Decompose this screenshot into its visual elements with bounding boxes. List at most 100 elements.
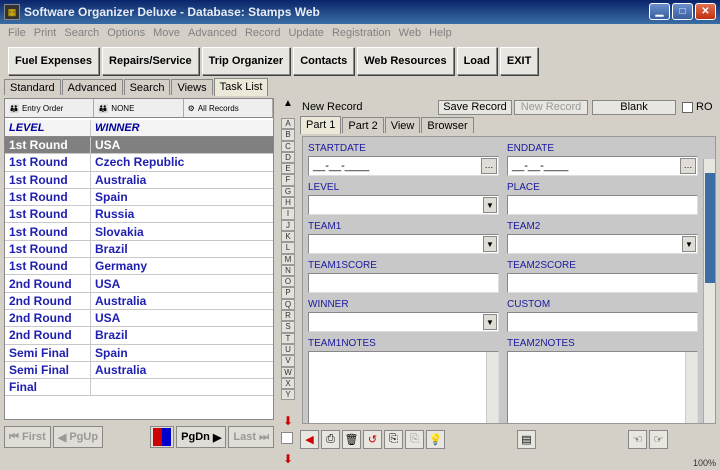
level-select[interactable]: ▼ bbox=[308, 195, 499, 215]
chevron-down-icon[interactable]: ▼ bbox=[483, 197, 497, 213]
scroll-up-arrow-icon[interactable]: ▲ bbox=[281, 98, 295, 112]
startdate-field[interactable]: __-__-____… bbox=[308, 156, 499, 176]
maximize-button[interactable]: □ bbox=[672, 3, 693, 20]
tab-views[interactable]: Views bbox=[171, 79, 213, 95]
alpha-index-c[interactable]: C bbox=[281, 140, 295, 152]
alpha-index-i[interactable]: I bbox=[281, 208, 295, 220]
alpha-index-e[interactable]: E bbox=[281, 163, 295, 175]
copy-icon[interactable]: ⎘ bbox=[384, 429, 403, 449]
table-row[interactable]: Semi Final Spain bbox=[5, 344, 273, 362]
table-row[interactable]: 1st Round Czech Republic bbox=[5, 154, 273, 172]
tab-standard[interactable]: Standard bbox=[4, 79, 61, 95]
tab-search[interactable]: Search bbox=[123, 79, 171, 95]
tab-view[interactable]: View bbox=[384, 117, 421, 133]
alpha-index-g[interactable]: G bbox=[281, 185, 295, 198]
menu-registration[interactable]: Registration bbox=[328, 27, 395, 39]
table-row[interactable]: Semi Final Australia bbox=[5, 361, 273, 380]
notes-scrollbar[interactable] bbox=[486, 352, 498, 423]
ro-checkbox[interactable] bbox=[682, 101, 693, 113]
chevron-down-icon[interactable]: ▼ bbox=[483, 236, 497, 252]
pgup-button[interactable]: ◀ PgUp bbox=[52, 426, 104, 448]
menu-advanced[interactable]: Advanced bbox=[184, 27, 241, 39]
table-row[interactable]: Final bbox=[5, 379, 273, 397]
prev-hand-icon[interactable]: ☜ bbox=[628, 429, 647, 449]
menu-print[interactable]: Print bbox=[30, 27, 61, 39]
team1notes-field[interactable] bbox=[308, 351, 499, 423]
minimize-button[interactable]: ▁ bbox=[649, 3, 670, 20]
alpha-index-u[interactable]: U bbox=[281, 343, 295, 356]
alpha-index-q[interactable]: Q bbox=[281, 298, 295, 311]
table-row[interactable]: 2nd Round USA bbox=[5, 309, 273, 328]
tab-part1[interactable]: Part 1 bbox=[300, 116, 342, 134]
scroll-down-arrow-icon[interactable]: ⬇ bbox=[281, 414, 295, 428]
table-row[interactable]: 2nd Round Australia bbox=[5, 292, 273, 310]
chevron-down-icon[interactable]: ▼ bbox=[682, 236, 696, 252]
tab-task-list[interactable]: Task List bbox=[213, 78, 269, 96]
alpha-index-f[interactable]: F bbox=[281, 174, 295, 186]
pgdn-button[interactable]: PgDn ▶ bbox=[176, 426, 227, 448]
table-row[interactable]: 2nd Round USA bbox=[5, 275, 273, 293]
new-record-button[interactable]: New Record bbox=[514, 99, 588, 115]
alpha-index-x[interactable]: X bbox=[281, 377, 295, 390]
alpha-index-r[interactable]: R bbox=[281, 310, 295, 322]
table-row[interactable]: 1st Round Slovakia bbox=[5, 223, 273, 241]
scrollbar-thumb[interactable] bbox=[705, 173, 715, 283]
menu-search[interactable]: Search bbox=[60, 27, 103, 39]
blank-button[interactable]: Blank bbox=[592, 99, 676, 115]
notes-scrollbar[interactable] bbox=[685, 352, 697, 423]
print-icon[interactable]: ⎙ bbox=[321, 429, 340, 449]
trash-icon[interactable]: 🗑 bbox=[342, 429, 361, 449]
alpha-index-k[interactable]: K bbox=[281, 230, 295, 243]
menu-move[interactable]: Move bbox=[149, 27, 184, 39]
alpha-index-h[interactable]: H bbox=[281, 197, 295, 209]
team1-select[interactable]: ▼ bbox=[308, 234, 499, 254]
column-winner[interactable]: WINNER bbox=[91, 120, 273, 136]
tab-browser[interactable]: Browser bbox=[421, 117, 474, 133]
alpha-index-d[interactable]: D bbox=[281, 151, 295, 164]
form-scrollbar[interactable] bbox=[703, 159, 715, 423]
load-button[interactable]: Load bbox=[456, 47, 497, 75]
menu-web[interactable]: Web bbox=[395, 27, 425, 39]
date-picker-icon[interactable]: … bbox=[680, 158, 696, 174]
save-record-button[interactable]: Save Record bbox=[438, 99, 512, 115]
alpha-index-w[interactable]: W bbox=[281, 366, 295, 378]
alpha-index-p[interactable]: P bbox=[281, 287, 295, 299]
team2-select[interactable]: ▼ bbox=[507, 234, 698, 254]
filter-all-records[interactable]: ⚙ All Records bbox=[183, 99, 273, 117]
chevron-down-icon[interactable]: ▼ bbox=[483, 314, 497, 330]
alpha-index-a[interactable]: A bbox=[281, 118, 295, 130]
enddate-field[interactable]: __-__-____… bbox=[507, 156, 698, 176]
alpha-index-y[interactable]: Y bbox=[281, 389, 295, 401]
custom-field[interactable] bbox=[507, 312, 698, 332]
team2score-field[interactable] bbox=[507, 273, 698, 293]
contacts-button[interactable]: Contacts bbox=[293, 47, 355, 75]
table-row[interactable]: 1st Round Brazil bbox=[5, 240, 273, 259]
table-row[interactable]: 1st Round Spain bbox=[5, 188, 273, 207]
menu-record[interactable]: Record bbox=[241, 27, 284, 39]
alpha-index-n[interactable]: N bbox=[281, 264, 295, 277]
next-hand-icon[interactable]: ☞ bbox=[649, 429, 668, 449]
trip-organizer-button[interactable]: Trip Organizer bbox=[201, 47, 291, 75]
fuel-expenses-button[interactable]: Fuel Expenses bbox=[8, 47, 100, 75]
column-level[interactable]: LEVEL bbox=[5, 120, 91, 136]
down-arrow-icon[interactable]: ⬇ bbox=[281, 452, 295, 466]
table-row[interactable]: 1st Round Russia bbox=[5, 206, 273, 224]
sort-entry-order[interactable]: 👪 Entry Order bbox=[5, 99, 95, 117]
alpha-index-m[interactable]: M bbox=[281, 253, 295, 265]
undo-icon[interactable]: ↺ bbox=[363, 429, 382, 449]
lightbulb-icon[interactable]: 💡 bbox=[426, 429, 445, 449]
checkbox[interactable] bbox=[281, 432, 293, 444]
first-button[interactable]: ⏮ First bbox=[4, 426, 51, 448]
place-field[interactable] bbox=[507, 195, 698, 215]
exit-button[interactable]: EXIT bbox=[499, 47, 539, 75]
alpha-index-b[interactable]: B bbox=[281, 129, 295, 141]
close-button[interactable]: ✕ bbox=[695, 3, 716, 20]
tab-advanced[interactable]: Advanced bbox=[61, 79, 123, 95]
back-arrow-icon[interactable]: ◀ bbox=[300, 429, 319, 449]
team2notes-field[interactable] bbox=[507, 351, 698, 423]
last-button[interactable]: Last ⏭ bbox=[228, 426, 274, 448]
web-resources-button[interactable]: Web Resources bbox=[357, 47, 454, 75]
table-row[interactable]: 1st Round Australia bbox=[5, 171, 273, 189]
alpha-index-t[interactable]: T bbox=[281, 332, 295, 344]
menu-update[interactable]: Update bbox=[284, 27, 327, 39]
